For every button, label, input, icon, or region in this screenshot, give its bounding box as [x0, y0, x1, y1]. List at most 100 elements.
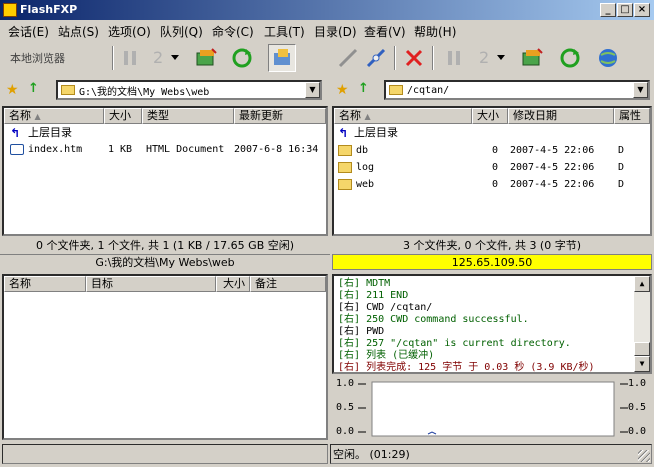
column-header-name[interactable]: 名称	[4, 276, 86, 292]
folder-attributes: D	[618, 179, 625, 190]
local-file-list[interactable]: 名称 ▲ 大小 类型 最新更新 ↰ 上层目录 index.htm 1 KB HT…	[2, 106, 328, 236]
compare-folders-icon[interactable]	[192, 44, 220, 72]
menu-view[interactable]: 查看(V)	[364, 23, 406, 40]
menu-directory[interactable]: 目录(D)	[314, 23, 357, 40]
folder-icon	[338, 162, 352, 173]
local-status-path: G:\我的文档\My Webs\web	[0, 254, 330, 270]
menu-help[interactable]: 帮助(H)	[414, 23, 456, 40]
refresh-icon[interactable]	[556, 44, 584, 72]
minimize-button[interactable]: _	[600, 3, 616, 17]
menu-options[interactable]: 选项(O)	[108, 23, 151, 40]
graph-right-tick: 0.0	[628, 426, 647, 437]
transfer-dropdown-icon[interactable]	[168, 44, 182, 72]
file-row[interactable]: index.htm 1 KB HTML Document 2007-6-8 16…	[4, 141, 326, 158]
column-header-modified[interactable]: 修改日期	[508, 108, 614, 124]
log-line: [右] 250 CWD command successful.	[338, 314, 529, 325]
folder-size: 0	[492, 145, 499, 156]
parent-directory-row[interactable]: ↰ 上层目录	[334, 124, 650, 141]
column-header-type[interactable]: 类型	[142, 108, 234, 124]
transfer-dropdown-icon[interactable]	[494, 44, 508, 72]
menu-tools[interactable]: 工具(T)	[264, 23, 305, 40]
toolbar: 本地浏览器 2 2	[0, 40, 654, 78]
chevron-down-icon[interactable]: ▼	[305, 82, 320, 98]
column-header-size[interactable]: 大小	[472, 108, 508, 124]
remote-status-summary: 3 个文件夹, 0 个文件, 共 3 (0 字节)	[402, 239, 582, 252]
remote-address-bar: ★ ↑ /cqtan/ ▼	[330, 78, 654, 102]
toolbar-separator	[432, 46, 434, 70]
folder-size: 0	[492, 179, 499, 190]
compare-folders-icon[interactable]	[518, 44, 546, 72]
html-file-icon	[10, 144, 24, 155]
folder-name: web	[356, 179, 375, 190]
column-header-notes[interactable]: 备注	[250, 276, 326, 292]
remote-file-list[interactable]: 名称 ▲ 大小 修改日期 属性 ↰ 上层目录 db 0 2007-4-5 22:…	[332, 106, 652, 236]
session-log[interactable]: [右] MDTM [右] 211 END [右] CWD /cqtan/ [右]…	[332, 274, 652, 374]
folder-icon	[338, 145, 352, 156]
menu-commands[interactable]: 命令(C)	[212, 23, 254, 40]
local-browser-button[interactable]: 本地浏览器	[10, 50, 65, 66]
graph-right-tick: 1.0	[628, 378, 647, 389]
parent-directory-row[interactable]: ↰ 上层目录	[4, 124, 326, 141]
graph-axes	[358, 381, 628, 437]
toolbar-separator	[394, 46, 396, 70]
file-name: index.htm	[28, 144, 83, 155]
folder-row[interactable]: db 0 2007-4-5 22:06 D	[334, 142, 650, 159]
column-header-modified[interactable]: 最新更新	[234, 108, 326, 124]
local-path-combo[interactable]: G:\我的文档\My Webs\web ▼	[56, 80, 322, 100]
scroll-thumb[interactable]	[634, 342, 650, 356]
log-line: [右] 257 "/cqtan" is current directory.	[338, 338, 571, 349]
close-button[interactable]: ×	[634, 3, 650, 17]
remote-browse-icon[interactable]	[594, 44, 622, 72]
transfer-queue[interactable]: 名称 目标 大小 备注	[2, 274, 328, 440]
scroll-down-icon[interactable]: ▼	[634, 356, 650, 372]
connect-icon[interactable]	[362, 44, 390, 72]
pause-icon[interactable]	[116, 44, 144, 72]
column-header-name[interactable]: 名称 ▲	[334, 108, 472, 124]
pause-icon[interactable]	[440, 44, 468, 72]
folder-row[interactable]: web 0 2007-4-5 22:06 D	[334, 176, 650, 193]
log-line: [右] 211 END	[338, 290, 409, 301]
title-bar: FlashFXP _ □ ×	[0, 0, 654, 20]
menu-queue[interactable]: 队列(Q)	[160, 23, 203, 40]
column-header-size[interactable]: 大小	[216, 276, 250, 292]
folder-row[interactable]: log 0 2007-4-5 22:06 D	[334, 159, 650, 176]
menu-session[interactable]: 会话(E)	[8, 23, 49, 40]
folder-size: 0	[492, 162, 499, 173]
log-line: [右] 列表完成: 125 字节 于 0.03 秒 (3.9 KB/秒)	[338, 362, 595, 373]
favorites-star-icon[interactable]: ★	[6, 82, 19, 98]
toolbar-separator	[112, 46, 114, 70]
folder-attributes: D	[618, 162, 625, 173]
menu-bar: 会话(E) 站点(S) 选项(O) 队列(Q) 命令(C) 工具(T) 目录(D…	[0, 20, 654, 40]
refresh-icon[interactable]	[228, 44, 256, 72]
file-modified: 2007-6-8 16:34	[234, 144, 319, 155]
column-header-name[interactable]: 名称 ▲	[4, 108, 104, 124]
up-directory-icon[interactable]: ↑	[28, 81, 39, 96]
chevron-down-icon[interactable]: ▼	[633, 82, 648, 98]
maximize-button[interactable]: □	[617, 3, 633, 17]
log-scrollbar[interactable]: ▲ ▼	[634, 276, 650, 372]
server-ip-bar: 125.65.109.50	[332, 254, 652, 270]
local-address-bar: ★ ↑ G:\我的文档\My Webs\web ▼	[0, 78, 328, 102]
folder-name: db	[356, 145, 369, 156]
folder-icon	[61, 85, 75, 95]
file-size: 1 KB	[108, 144, 133, 155]
remote-path-combo[interactable]: /cqtan/ ▼	[384, 80, 650, 100]
up-directory-icon[interactable]: ↑	[358, 81, 369, 96]
column-header-target[interactable]: 目标	[86, 276, 216, 292]
graph-left-tick: 0.0	[336, 426, 355, 437]
menu-sites[interactable]: 站点(S)	[58, 23, 99, 40]
graph-left-tick: 0.5	[336, 402, 355, 413]
svg-text:2: 2	[479, 48, 489, 67]
local-browse-icon[interactable]	[268, 44, 296, 72]
scroll-up-icon[interactable]: ▲	[634, 276, 650, 292]
log-line: [右] CWD /cqtan/	[338, 302, 433, 313]
transfer-speed-graph: 1.0 0.5 0.0 1.0 0.5 0.0	[332, 376, 652, 440]
column-header-size[interactable]: 大小	[104, 108, 142, 124]
favorites-star-icon[interactable]: ★	[336, 82, 349, 98]
folder-name: log	[356, 162, 375, 173]
abort-icon[interactable]	[400, 44, 428, 72]
log-line: [右] 列表 (已缓冲)	[338, 350, 435, 361]
resize-grip-icon[interactable]	[638, 450, 650, 462]
column-header-attributes[interactable]: 属性	[614, 108, 650, 124]
disconnect-icon[interactable]	[334, 44, 362, 72]
